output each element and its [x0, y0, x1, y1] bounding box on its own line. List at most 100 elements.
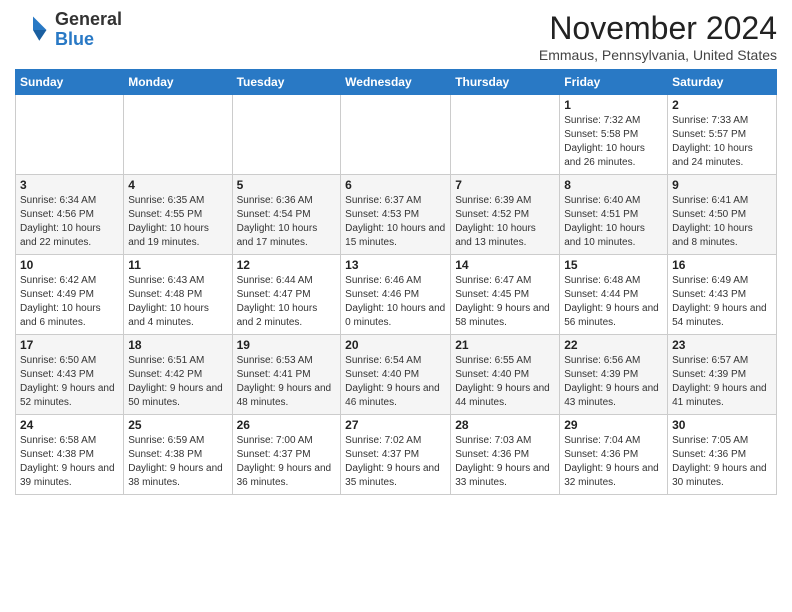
- day-info: Sunrise: 7:03 AMSunset: 4:36 PMDaylight:…: [455, 434, 555, 490]
- day-number: 20: [345, 338, 446, 352]
- day-number: 25: [128, 418, 227, 432]
- day-info: Sunrise: 6:49 AMSunset: 4:43 PMDaylight:…: [672, 274, 772, 330]
- calendar-day-cell: [232, 95, 341, 175]
- logo-general: General: [55, 10, 122, 30]
- calendar-day-cell: 11 Sunrise: 6:43 AMSunset: 4:48 PMDayligh…: [124, 255, 232, 335]
- calendar-day-cell: 10 Sunrise: 6:42 AMSunset: 4:49 PMDayligh…: [16, 255, 124, 335]
- day-number: 30: [672, 418, 772, 432]
- day-number: 29: [564, 418, 663, 432]
- day-number: 1: [564, 98, 663, 112]
- calendar-week-row: 24Sunrise: 6:58 AMSunset: 4:38 PMDayligh…: [16, 415, 777, 495]
- day-info: Sunrise: 6:36 AMSunset: 4:54 PMDaylight:…: [237, 194, 337, 250]
- title-block: November 2024 Emmaus, Pennsylvania, Unit…: [539, 10, 777, 63]
- logo: General Blue: [15, 10, 122, 50]
- calendar-header-row: SundayMondayTuesdayWednesdayThursdayFrid…: [16, 70, 777, 95]
- calendar-week-row: 10 Sunrise: 6:42 AMSunset: 4:49 PMDayligh…: [16, 255, 777, 335]
- day-number: 9: [672, 178, 772, 192]
- day-number: 8: [564, 178, 663, 192]
- day-info: Sunrise: 6:54 AMSunset: 4:40 PMDaylight:…: [345, 354, 446, 410]
- calendar-day-cell: 15Sunrise: 6:48 AMSunset: 4:44 PMDayligh…: [560, 255, 668, 335]
- calendar-day-cell: 24Sunrise: 6:58 AMSunset: 4:38 PMDayligh…: [16, 415, 124, 495]
- day-number: 23: [672, 338, 772, 352]
- day-info: Sunrise: 6:47 AMSunset: 4:45 PMDaylight:…: [455, 274, 555, 330]
- day-of-week-header: Friday: [560, 70, 668, 95]
- day-info: Sunrise: 6:46 AMSunset: 4:46 PMDaylight:…: [345, 274, 446, 330]
- calendar-day-cell: 4 Sunrise: 6:35 AMSunset: 4:55 PMDaylight…: [124, 175, 232, 255]
- day-info: Sunrise: 6:55 AMSunset: 4:40 PMDaylight:…: [455, 354, 555, 410]
- day-info: Sunrise: 6:48 AMSunset: 4:44 PMDaylight:…: [564, 274, 663, 330]
- day-number: 28: [455, 418, 555, 432]
- day-info: Sunrise: 6:39 AMSunset: 4:52 PMDaylight:…: [455, 194, 555, 250]
- day-number: 19: [237, 338, 337, 352]
- calendar-day-cell: 9 Sunrise: 6:41 AMSunset: 4:50 PMDaylight…: [668, 175, 777, 255]
- day-number: 16: [672, 258, 772, 272]
- month-title: November 2024: [539, 10, 777, 47]
- day-number: 14: [455, 258, 555, 272]
- day-number: 3: [20, 178, 119, 192]
- calendar-day-cell: 25Sunrise: 6:59 AMSunset: 4:38 PMDayligh…: [124, 415, 232, 495]
- day-of-week-header: Sunday: [16, 70, 124, 95]
- calendar-day-cell: 22Sunrise: 6:56 AMSunset: 4:39 PMDayligh…: [560, 335, 668, 415]
- day-info: Sunrise: 6:41 AMSunset: 4:50 PMDaylight:…: [672, 194, 772, 250]
- day-info: Sunrise: 6:58 AMSunset: 4:38 PMDaylight:…: [20, 434, 119, 490]
- calendar-week-row: 1Sunrise: 7:32 AMSunset: 5:58 PMDaylight…: [16, 95, 777, 175]
- day-info: Sunrise: 7:02 AMSunset: 4:37 PMDaylight:…: [345, 434, 446, 490]
- day-of-week-header: Tuesday: [232, 70, 341, 95]
- logo-icon: [15, 12, 51, 48]
- calendar-day-cell: 20 Sunrise: 6:54 AMSunset: 4:40 PMDayligh…: [341, 335, 451, 415]
- day-info: Sunrise: 6:43 AMSunset: 4:48 PMDaylight:…: [128, 274, 227, 330]
- day-number: 13: [345, 258, 446, 272]
- calendar-day-cell: 30Sunrise: 7:05 AMSunset: 4:36 PMDayligh…: [668, 415, 777, 495]
- day-info: Sunrise: 6:57 AMSunset: 4:39 PMDaylight:…: [672, 354, 772, 410]
- calendar-day-cell: [341, 95, 451, 175]
- calendar-day-cell: 28 Sunrise: 7:03 AMSunset: 4:36 PMDayligh…: [451, 415, 560, 495]
- day-of-week-header: Thursday: [451, 70, 560, 95]
- calendar-day-cell: 3 Sunrise: 6:34 AMSunset: 4:56 PMDaylight…: [16, 175, 124, 255]
- day-number: 5: [237, 178, 337, 192]
- day-number: 10: [20, 258, 119, 272]
- day-info: Sunrise: 6:35 AMSunset: 4:55 PMDaylight:…: [128, 194, 227, 250]
- calendar-day-cell: [451, 95, 560, 175]
- calendar-day-cell: 8 Sunrise: 6:40 AMSunset: 4:51 PMDaylight…: [560, 175, 668, 255]
- day-number: 12: [237, 258, 337, 272]
- day-number: 4: [128, 178, 227, 192]
- calendar-day-cell: 17Sunrise: 6:50 AMSunset: 4:43 PMDayligh…: [16, 335, 124, 415]
- calendar-table: SundayMondayTuesdayWednesdayThursdayFrid…: [15, 69, 777, 495]
- day-info: Sunrise: 6:53 AMSunset: 4:41 PMDaylight:…: [237, 354, 337, 410]
- calendar-day-cell: 19 Sunrise: 6:53 AMSunset: 4:41 PMDayligh…: [232, 335, 341, 415]
- day-number: 26: [237, 418, 337, 432]
- calendar-day-cell: 23 Sunrise: 6:57 AMSunset: 4:39 PMDayligh…: [668, 335, 777, 415]
- calendar-day-cell: 16 Sunrise: 6:49 AMSunset: 4:43 PMDayligh…: [668, 255, 777, 335]
- day-info: Sunrise: 6:37 AMSunset: 4:53 PMDaylight:…: [345, 194, 446, 250]
- day-of-week-header: Wednesday: [341, 70, 451, 95]
- calendar-day-cell: [16, 95, 124, 175]
- day-number: 11: [128, 258, 227, 272]
- location: Emmaus, Pennsylvania, United States: [539, 47, 777, 63]
- calendar-week-row: 3 Sunrise: 6:34 AMSunset: 4:56 PMDaylight…: [16, 175, 777, 255]
- calendar-day-cell: 18Sunrise: 6:51 AMSunset: 4:42 PMDayligh…: [124, 335, 232, 415]
- day-info: Sunrise: 6:40 AMSunset: 4:51 PMDaylight:…: [564, 194, 663, 250]
- day-info: Sunrise: 7:04 AMSunset: 4:36 PMDaylight:…: [564, 434, 663, 490]
- calendar-day-cell: 14 Sunrise: 6:47 AMSunset: 4:45 PMDayligh…: [451, 255, 560, 335]
- calendar-week-row: 17Sunrise: 6:50 AMSunset: 4:43 PMDayligh…: [16, 335, 777, 415]
- calendar-day-cell: 6 Sunrise: 6:37 AMSunset: 4:53 PMDaylight…: [341, 175, 451, 255]
- day-info: Sunrise: 6:42 AMSunset: 4:49 PMDaylight:…: [20, 274, 119, 330]
- day-info: Sunrise: 6:34 AMSunset: 4:56 PMDaylight:…: [20, 194, 119, 250]
- day-number: 6: [345, 178, 446, 192]
- day-info: Sunrise: 6:44 AMSunset: 4:47 PMDaylight:…: [237, 274, 337, 330]
- calendar-day-cell: [124, 95, 232, 175]
- calendar-day-cell: 26 Sunrise: 7:00 AMSunset: 4:37 PMDayligh…: [232, 415, 341, 495]
- day-number: 2: [672, 98, 772, 112]
- day-info: Sunrise: 7:00 AMSunset: 4:37 PMDaylight:…: [237, 434, 337, 490]
- calendar-day-cell: 13 Sunrise: 6:46 AMSunset: 4:46 PMDayligh…: [341, 255, 451, 335]
- calendar-day-cell: 5 Sunrise: 6:36 AMSunset: 4:54 PMDaylight…: [232, 175, 341, 255]
- calendar-day-cell: 21Sunrise: 6:55 AMSunset: 4:40 PMDayligh…: [451, 335, 560, 415]
- page-header: General Blue November 2024 Emmaus, Penns…: [15, 10, 777, 63]
- day-info: Sunrise: 6:50 AMSunset: 4:43 PMDaylight:…: [20, 354, 119, 410]
- logo-blue: Blue: [55, 30, 122, 50]
- calendar-day-cell: 7Sunrise: 6:39 AMSunset: 4:52 PMDaylight…: [451, 175, 560, 255]
- day-info: Sunrise: 7:33 AMSunset: 5:57 PMDaylight:…: [672, 114, 772, 170]
- day-of-week-header: Saturday: [668, 70, 777, 95]
- day-number: 22: [564, 338, 663, 352]
- calendar-day-cell: 2 Sunrise: 7:33 AMSunset: 5:57 PMDaylight…: [668, 95, 777, 175]
